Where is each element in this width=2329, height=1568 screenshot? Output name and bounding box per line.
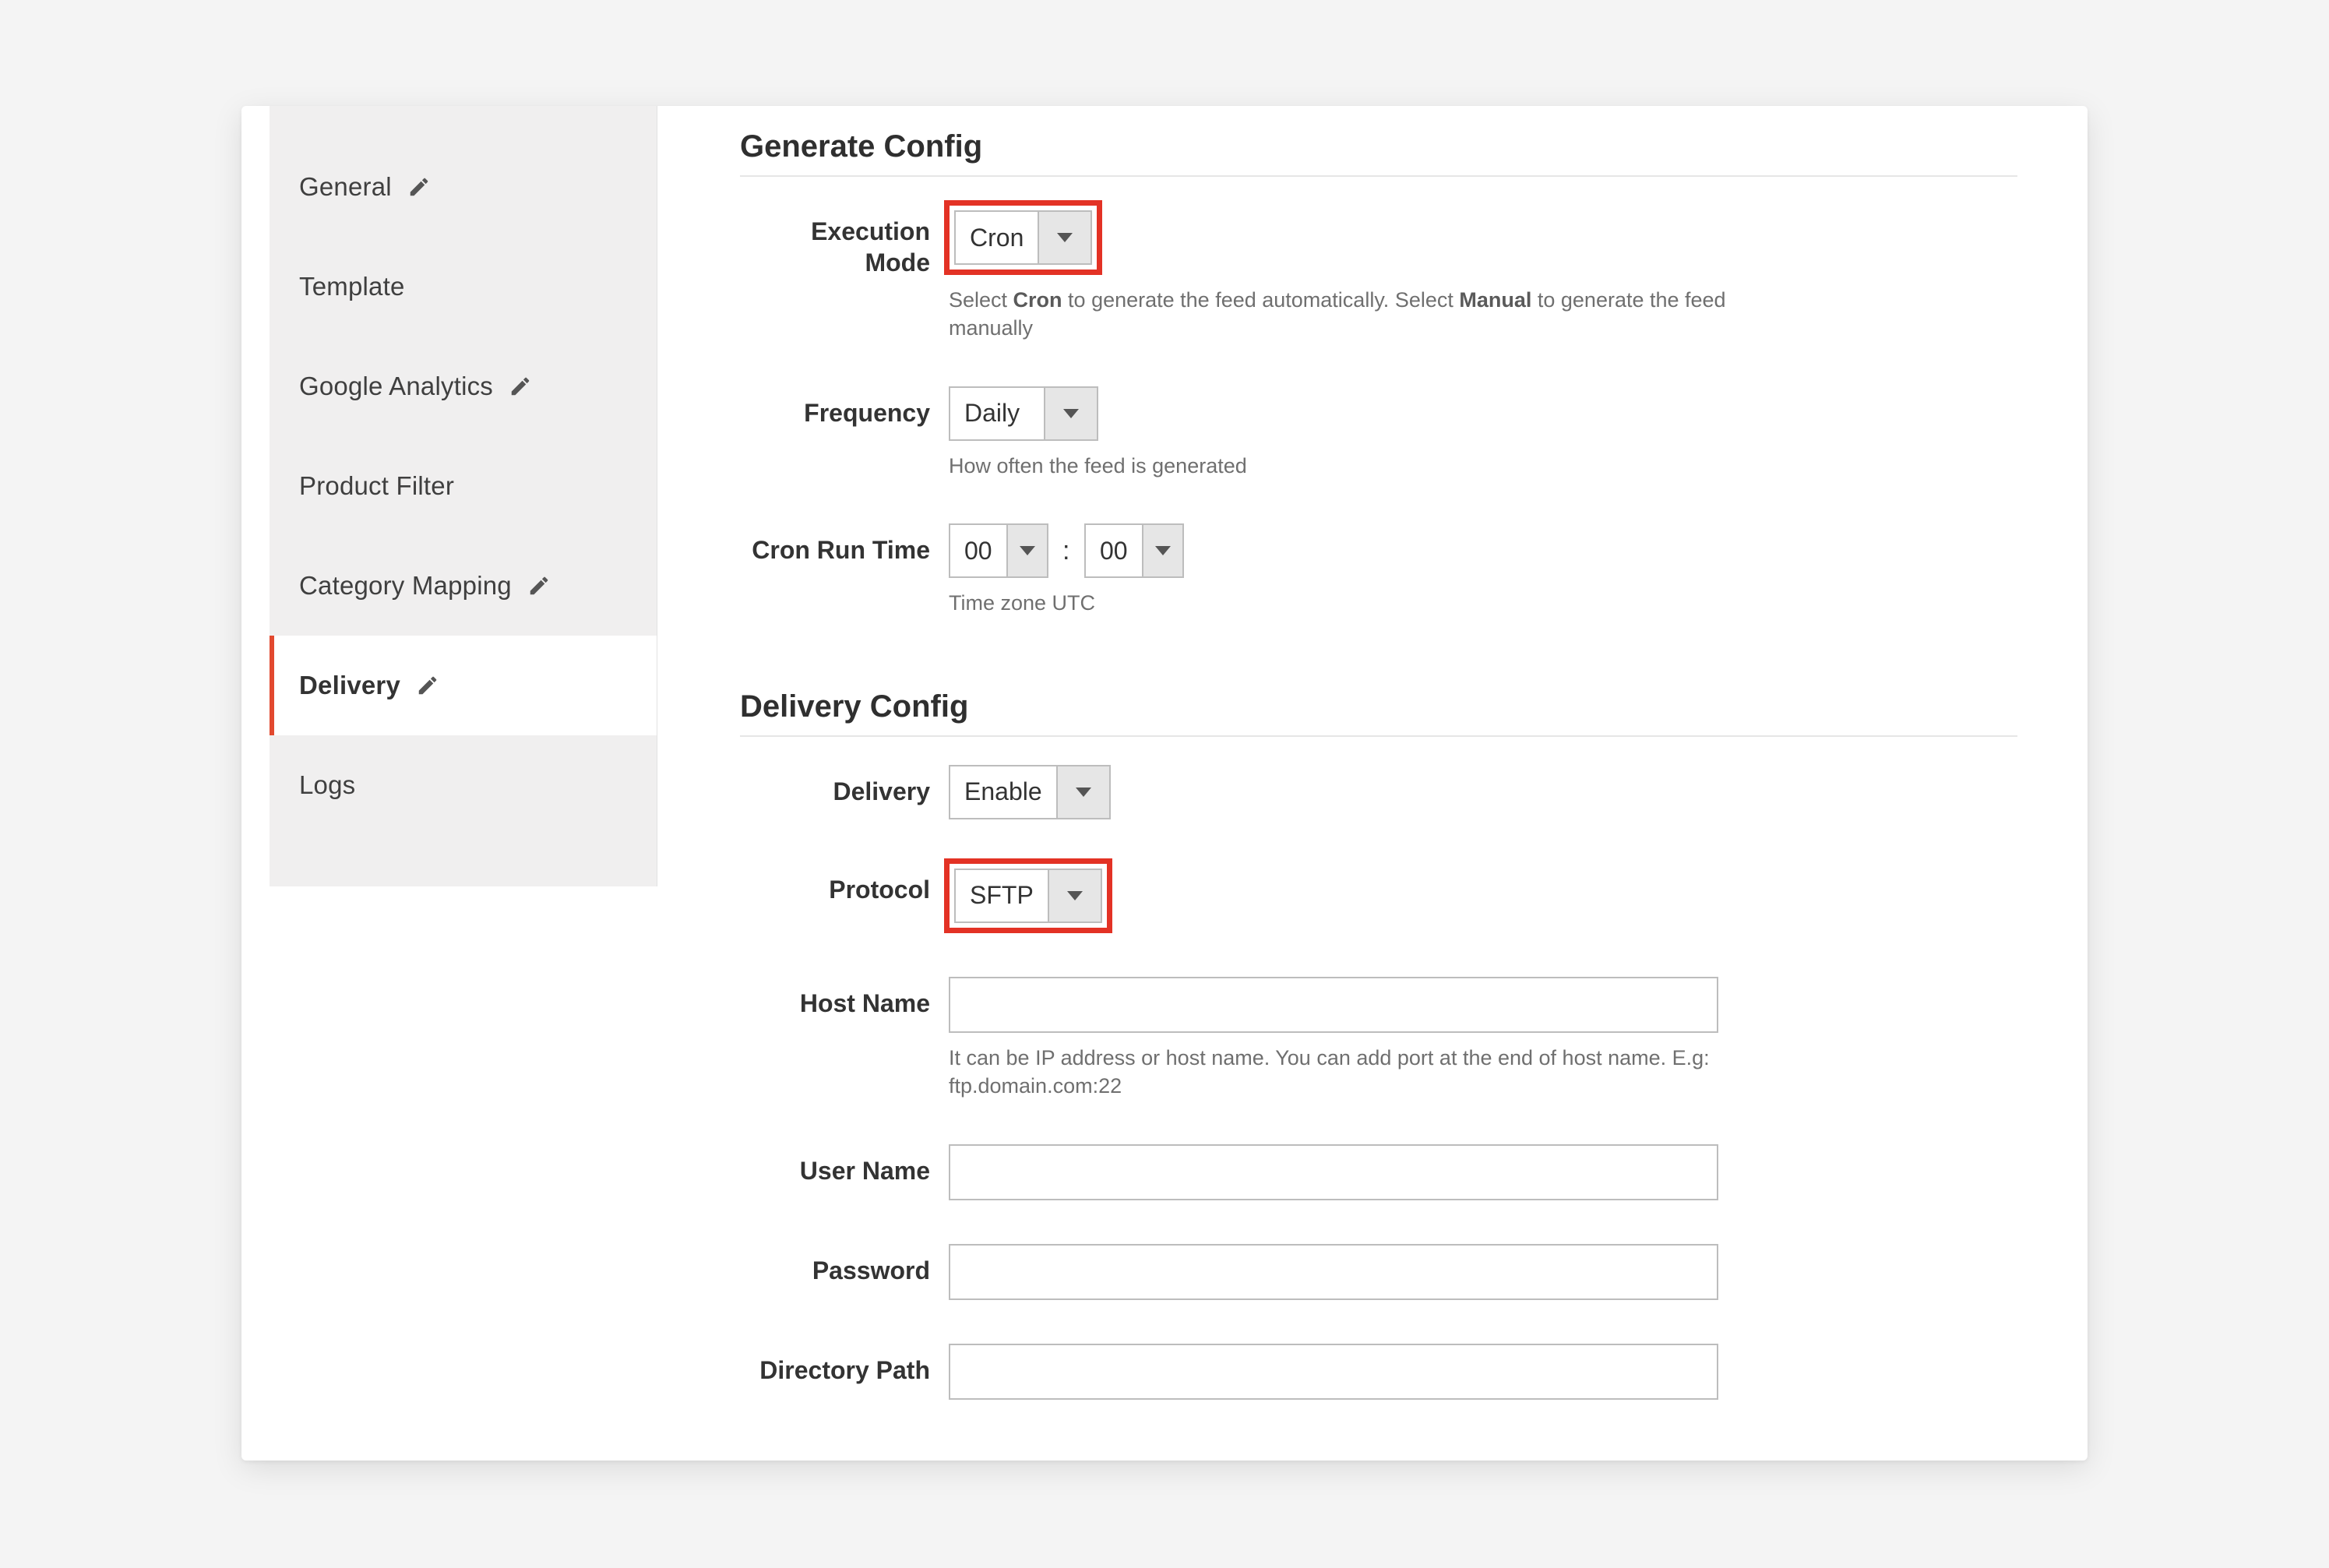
sidebar-item-google-analytics[interactable]: Google Analytics: [270, 337, 657, 436]
hint-host-name: It can be IP address or host name. You c…: [949, 1044, 1728, 1101]
chevron-down-icon: [1006, 525, 1047, 576]
sidebar-item-label: Product Filter: [299, 471, 454, 501]
host-name-input[interactable]: [949, 977, 1718, 1033]
hint-execution-mode: Select Cron to generate the feed automat…: [949, 286, 1728, 343]
sidebar-item-product-filter[interactable]: Product Filter: [270, 436, 657, 536]
section-heading-generate: Generate Config: [740, 112, 2017, 177]
cron-minute-value: 00: [1086, 525, 1142, 576]
sidebar-item-label: Logs: [299, 770, 355, 800]
chevron-down-icon: [1056, 766, 1109, 818]
sidebar-item-label: Template: [299, 272, 405, 301]
protocol-select[interactable]: SFTP: [954, 869, 1102, 923]
delivery-select[interactable]: Enable: [949, 765, 1111, 819]
pencil-icon: [527, 574, 551, 597]
highlight-protocol: SFTP: [944, 858, 1112, 933]
cron-minute-select[interactable]: 00: [1084, 523, 1184, 578]
chevron-down-icon: [1048, 870, 1101, 921]
section-heading-delivery: Delivery Config: [740, 672, 2017, 737]
password-input[interactable]: [949, 1244, 1718, 1300]
execution-mode-value: Cron: [956, 212, 1038, 263]
sidebar-item-label: Google Analytics: [299, 372, 493, 401]
highlight-execution-mode: Cron: [944, 200, 1102, 275]
cron-hour-select[interactable]: 00: [949, 523, 1048, 578]
label-execution-mode: Execution Mode: [740, 205, 949, 278]
frequency-value: Daily: [950, 388, 1044, 439]
sidebar-item-label: Category Mapping: [299, 571, 512, 601]
label-cron-run-time: Cron Run Time: [740, 523, 949, 566]
execution-mode-select[interactable]: Cron: [954, 210, 1092, 265]
label-delivery: Delivery: [740, 765, 949, 807]
pencil-icon: [509, 375, 532, 398]
label-protocol: Protocol: [740, 863, 949, 905]
directory-path-input[interactable]: [949, 1344, 1718, 1400]
sidebar-tabs: General Template Google Analytics Produc…: [270, 106, 657, 886]
form-area: Generate Config Execution Mode Cron: [740, 106, 2033, 1409]
sidebar-item-template[interactable]: Template: [270, 237, 657, 337]
label-directory-path: Directory Path: [740, 1344, 949, 1386]
frequency-select[interactable]: Daily: [949, 386, 1098, 441]
time-separator: :: [1052, 523, 1080, 578]
hint-frequency: How often the feed is generated: [949, 452, 1728, 480]
sidebar-item-category-mapping[interactable]: Category Mapping: [270, 536, 657, 636]
label-frequency: Frequency: [740, 386, 949, 428]
sidebar-item-label: General: [299, 172, 392, 202]
delivery-value: Enable: [950, 766, 1056, 818]
chevron-down-icon: [1142, 525, 1182, 576]
chevron-down-icon: [1038, 212, 1091, 263]
label-user-name: User Name: [740, 1144, 949, 1186]
sidebar-item-general[interactable]: General: [270, 137, 657, 237]
pencil-icon: [416, 674, 439, 697]
cron-hour-value: 00: [950, 525, 1006, 576]
hint-cron-run-time: Time zone UTC: [949, 589, 1728, 617]
sidebar-item-logs[interactable]: Logs: [270, 735, 657, 835]
label-password: Password: [740, 1244, 949, 1286]
sidebar-item-label: Delivery: [299, 671, 400, 700]
user-name-input[interactable]: [949, 1144, 1718, 1200]
settings-panel: General Template Google Analytics Produc…: [241, 106, 2088, 1461]
label-host-name: Host Name: [740, 977, 949, 1019]
sidebar-item-delivery[interactable]: Delivery: [270, 636, 657, 735]
pencil-icon: [407, 175, 431, 199]
protocol-value: SFTP: [956, 870, 1048, 921]
chevron-down-icon: [1044, 388, 1097, 439]
